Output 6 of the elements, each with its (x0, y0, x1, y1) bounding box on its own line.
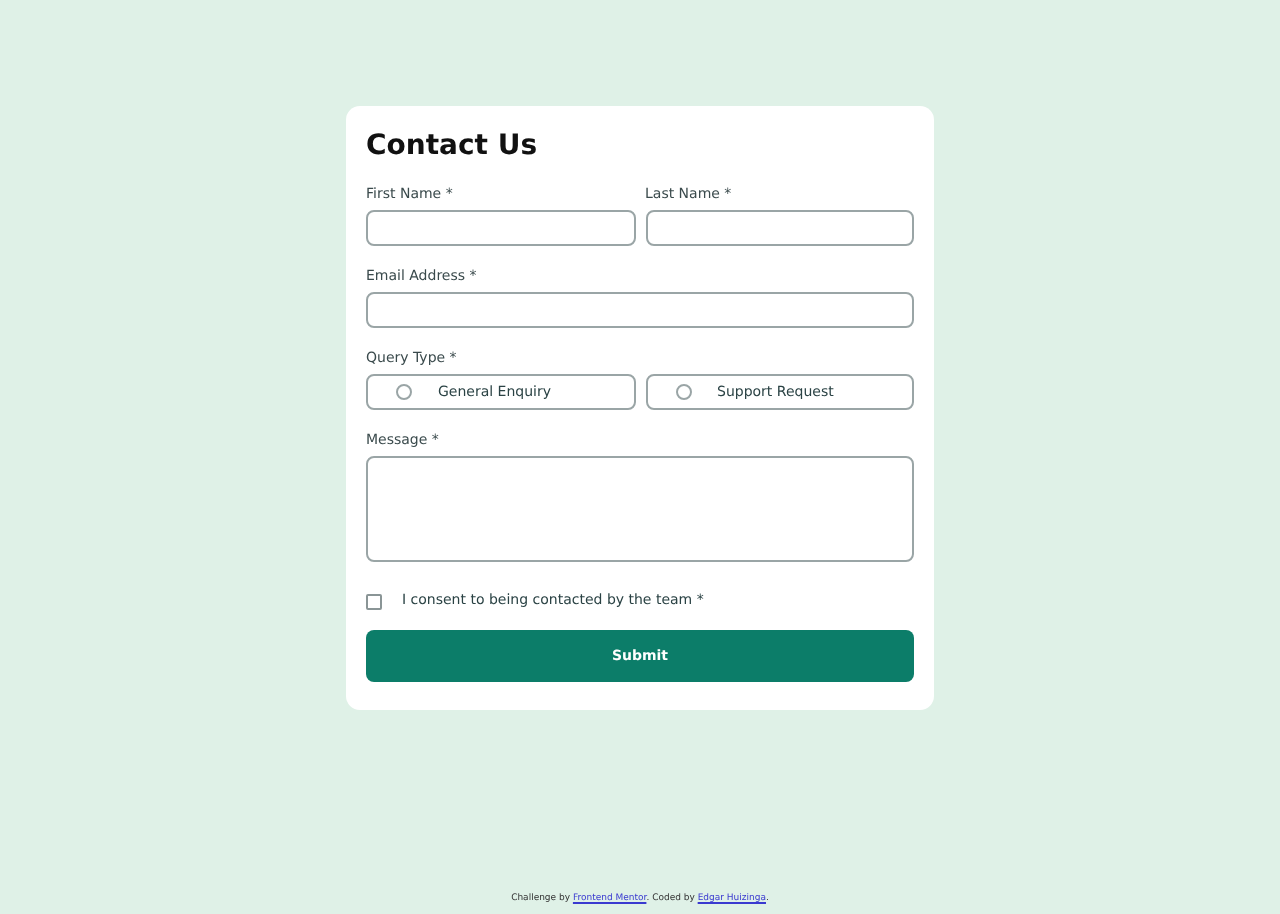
email-input-field[interactable] (366, 292, 914, 328)
form-title: Contact Us (366, 130, 540, 164)
text-input-field[interactable] (366, 210, 635, 246)
consent-checkbox[interactable] (366, 593, 382, 609)
message-textarea[interactable] (366, 456, 914, 562)
text-input-field[interactable] (645, 210, 914, 246)
